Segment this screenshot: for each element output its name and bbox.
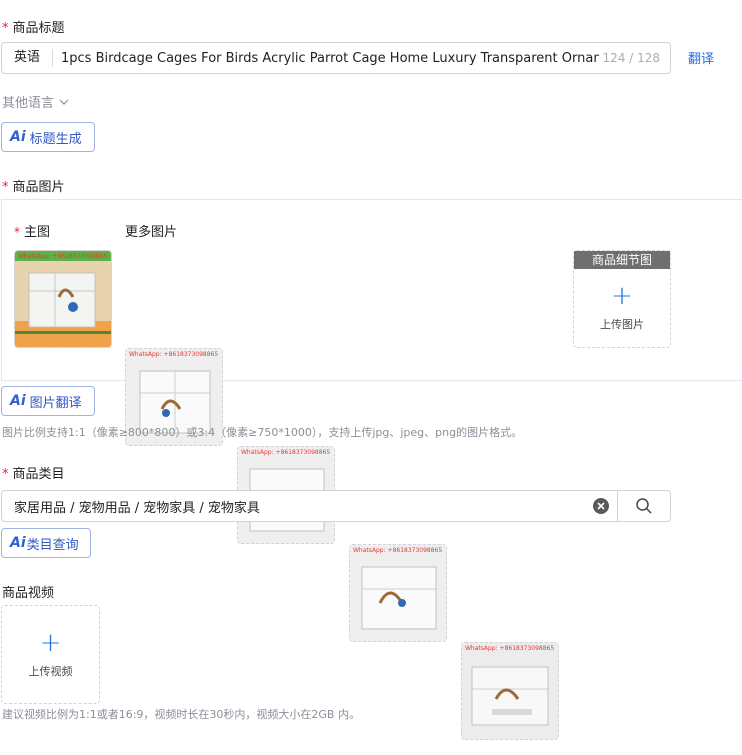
- image-format-hint: 图片比例支持1:1（像素≥800*800）或3:4（像素≥750*1000），支…: [2, 426, 523, 439]
- more-image-3[interactable]: WhatsApp: +8618373098865: [349, 544, 447, 642]
- ai-icon: Ai: [10, 129, 26, 145]
- title-char-counter: 124 / 128: [602, 51, 660, 65]
- search-icon: [636, 498, 652, 514]
- bird-cage-image: [15, 251, 111, 347]
- upload-image-label: 上传图片: [600, 318, 644, 331]
- category-section-label: * 商品类目: [2, 467, 65, 482]
- watermark-text: WhatsApp: +8618373098865: [465, 645, 555, 652]
- main-product-image[interactable]: WhatsApp: +8618373098865: [14, 250, 112, 348]
- video-format-hint: 建议视频比例为1:1或者16:9，视频时长在30秒内，视频大小在2GB 内。: [2, 708, 360, 721]
- other-languages-toggle[interactable]: 其他语言: [2, 92, 70, 111]
- detail-image-upload[interactable]: 商品细节图 + 上传图片: [573, 250, 671, 348]
- ai-category-query-button[interactable]: Ai 类目查询: [1, 528, 91, 558]
- category-input-container[interactable]: 家居用品 / 宠物用品 / 宠物家具 / 宠物家具: [1, 490, 671, 522]
- language-prefix[interactable]: 英语: [2, 49, 54, 67]
- watermark-text: WhatsApp: +8618373098865: [18, 253, 108, 260]
- upload-video-label: 上传视频: [28, 664, 73, 678]
- bird-cage-image: [462, 643, 558, 739]
- title-section-label: * 商品标题: [2, 21, 65, 36]
- clear-icon[interactable]: [593, 498, 609, 514]
- required-mark: *: [2, 21, 9, 36]
- more-images-label: 更多图片: [125, 225, 178, 240]
- plus-icon: +: [39, 627, 62, 658]
- required-mark: *: [2, 467, 9, 482]
- required-mark: *: [2, 180, 9, 195]
- ai-icon: Ai: [10, 393, 26, 409]
- category-search-button[interactable]: [617, 491, 670, 521]
- translate-link[interactable]: 翻译: [688, 48, 714, 67]
- ai-title-generate-button[interactable]: Ai 标题生成: [1, 122, 95, 152]
- more-image-4[interactable]: WhatsApp: +8618373098865: [461, 642, 559, 740]
- video-section-label: 商品视频: [2, 586, 55, 601]
- images-section-label: * 商品图片: [2, 180, 65, 195]
- main-image-label: * 主图: [14, 225, 51, 240]
- plus-icon: +: [611, 281, 633, 311]
- watermark-text: WhatsApp: +8618373098865: [353, 547, 443, 554]
- close-icon: [597, 502, 605, 510]
- ai-image-translate-button[interactable]: Ai 图片翻译: [1, 386, 95, 416]
- category-input[interactable]: 家居用品 / 宠物用品 / 宠物家具 / 宠物家具: [2, 497, 593, 516]
- watermark-text: WhatsApp: +8618373098865: [129, 351, 219, 358]
- title-input-container[interactable]: 英语 1pcs Birdcage Cages For Birds Acrylic…: [1, 42, 671, 74]
- chevron-down-icon: [59, 99, 69, 105]
- title-input[interactable]: 1pcs Birdcage Cages For Birds Acrylic Pa…: [53, 51, 599, 66]
- video-upload[interactable]: + 上传视频: [1, 605, 100, 704]
- detail-image-header: 商品细节图: [574, 251, 670, 269]
- bird-cage-image: [350, 545, 446, 641]
- ai-icon: Ai: [10, 535, 26, 551]
- watermark-text: WhatsApp: +8618373098865: [241, 449, 331, 456]
